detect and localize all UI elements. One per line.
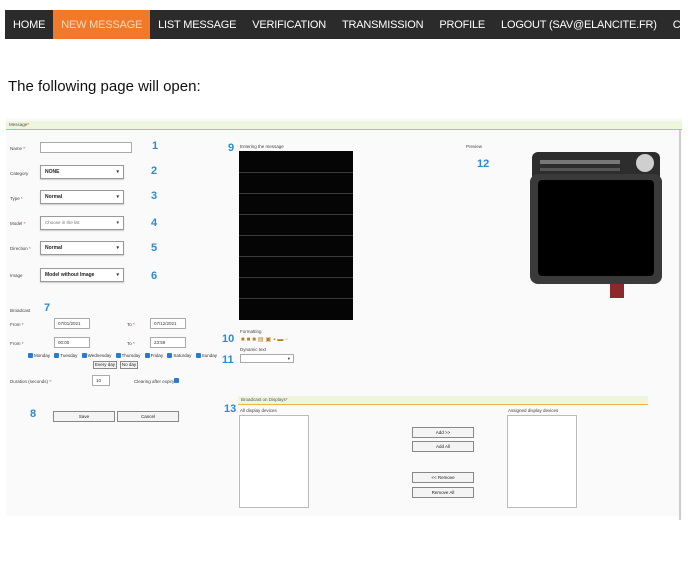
- from-time-field[interactable]: 00:00: [54, 337, 90, 348]
- align-icon[interactable]: ▤: [258, 337, 266, 343]
- save-button[interactable]: Save: [53, 411, 115, 422]
- to-time-label: To *: [127, 341, 135, 346]
- chevron-down-icon: ▾: [116, 194, 119, 200]
- page-scrollbar[interactable]: [679, 130, 681, 520]
- nav-transmission[interactable]: TRANSMISSION: [334, 10, 431, 39]
- clearing-label: Clearing after expiry: [134, 379, 175, 384]
- callout-7: 7: [44, 302, 51, 314]
- nav-profile[interactable]: PROFILE: [431, 10, 493, 39]
- chevron-down-icon: ▾: [116, 272, 119, 278]
- formatting-toolbar: ■■■▤▣▪▬▫: [241, 336, 290, 343]
- image-select[interactable]: Model without Image ▾: [40, 268, 124, 282]
- formatting-label: Formatting: [240, 329, 262, 334]
- nav-home[interactable]: HOME: [5, 10, 53, 39]
- every-day-button[interactable]: Every day: [93, 361, 117, 369]
- nav-verification[interactable]: VERIFICATION: [244, 10, 334, 39]
- device-mount: [610, 284, 624, 298]
- no-day-button[interactable]: No day: [120, 361, 138, 369]
- section-message-header: Message*: [6, 121, 682, 130]
- nav-logout[interactable]: LOGOUT (SAV@ELANCITE.FR): [493, 10, 665, 39]
- type-label: Type *: [10, 196, 23, 201]
- page: HOME NEW MESSAGE LIST MESSAGE VERIFICATI…: [0, 0, 690, 568]
- duration-label: Duration (seconds) *: [10, 379, 52, 384]
- type-select[interactable]: Normal ▾: [40, 190, 124, 204]
- nav-new-message[interactable]: NEW MESSAGE: [53, 10, 151, 39]
- callout-4: 4: [151, 217, 158, 229]
- nav-contact[interactable]: CONTACT: [665, 10, 690, 39]
- clearing-checkbox[interactable]: [174, 378, 179, 383]
- callout-1: 1: [152, 140, 159, 152]
- chevron-down-icon: ▾: [116, 245, 119, 251]
- message-editor[interactable]: [239, 151, 353, 320]
- dynamic-text-select[interactable]: ▾: [240, 354, 294, 363]
- callout-9: 9: [228, 142, 235, 154]
- nav-list-message[interactable]: LIST MESSAGE: [150, 10, 244, 39]
- day-tuesday[interactable]: Tuesday: [54, 353, 77, 359]
- add-button[interactable]: Add >>: [412, 427, 474, 438]
- from-date-label: From *: [10, 322, 24, 327]
- cancel-button[interactable]: Cancel: [117, 411, 179, 422]
- device-screen: [538, 180, 654, 276]
- scrollbar[interactable]: [304, 418, 307, 505]
- day-sunday[interactable]: Sunday: [195, 353, 217, 359]
- callout-3: 3: [151, 190, 158, 202]
- model-label: Model *: [10, 221, 26, 226]
- from-time-label: From *: [10, 341, 24, 346]
- intro-text: The following page will open:: [8, 78, 201, 95]
- callout-2: 2: [151, 165, 158, 177]
- callout-10: 10: [222, 333, 235, 345]
- preview-label: Preview: [466, 144, 483, 149]
- device-led-row: [540, 160, 620, 164]
- to-date-label: To *: [127, 322, 135, 327]
- day-monday[interactable]: Monday: [28, 353, 50, 359]
- to-time-field[interactable]: 23:59: [150, 337, 186, 348]
- display-device-preview: [530, 152, 662, 298]
- image-label: Image: [10, 273, 23, 278]
- device-led-row: [540, 168, 620, 171]
- all-devices-label: All display devices: [240, 408, 277, 413]
- direction-label: Direction *: [10, 246, 31, 251]
- duration-field[interactable]: 10: [92, 375, 110, 386]
- chevron-down-icon: ▾: [116, 169, 119, 175]
- category-select[interactable]: NONE ▾: [40, 165, 124, 179]
- callout-13: 13: [224, 403, 237, 415]
- model-select[interactable]: Choose in the list ▾: [40, 216, 124, 230]
- callout-6: 6: [151, 270, 158, 282]
- section-broadcast-header: Broadcast on Displays*: [238, 396, 648, 405]
- remove-all-button[interactable]: Remove All: [412, 487, 474, 498]
- scrollbar[interactable]: [572, 418, 575, 505]
- callout-12: 12: [477, 158, 490, 170]
- day-wednesday[interactable]: Wednesday: [81, 353, 111, 359]
- day-thursday[interactable]: Thursday: [115, 353, 140, 359]
- top-nav: HOME NEW MESSAGE LIST MESSAGE VERIFICATI…: [5, 10, 690, 39]
- assigned-devices-label: Assigned display devices: [508, 408, 559, 413]
- all-devices-list[interactable]: [239, 415, 309, 508]
- name-field[interactable]: [40, 142, 132, 153]
- name-label: Name *: [10, 146, 26, 151]
- device-sensor-icon: [636, 154, 654, 172]
- callout-11: 11: [222, 354, 234, 366]
- day-friday[interactable]: Friday: [144, 353, 163, 359]
- chevron-down-icon: ▾: [116, 220, 119, 226]
- assigned-devices-list[interactable]: [507, 415, 577, 508]
- direction-select[interactable]: Normal ▾: [40, 241, 124, 255]
- category-label: Category: [10, 171, 29, 176]
- chevron-down-icon: ▾: [287, 356, 290, 361]
- remove-button[interactable]: << Remove: [412, 472, 474, 483]
- day-saturday[interactable]: Saturday: [167, 353, 191, 359]
- dynamic-text-label: Dynamic text: [240, 347, 267, 352]
- add-all-button[interactable]: Add All: [412, 441, 474, 452]
- entering-message-label: Entering the message: [240, 144, 284, 149]
- callout-5: 5: [151, 242, 158, 254]
- callout-8: 8: [30, 408, 37, 420]
- from-date-field[interactable]: 07/01/2021: [54, 318, 90, 329]
- lock-icon[interactable]: ▫: [285, 337, 289, 343]
- broadcast-label: Broadcast: [10, 308, 31, 313]
- to-date-field[interactable]: 07/12/2021: [150, 318, 186, 329]
- weekday-checkboxes: Monday Tuesday Wednesday Thursday Friday…: [28, 353, 220, 359]
